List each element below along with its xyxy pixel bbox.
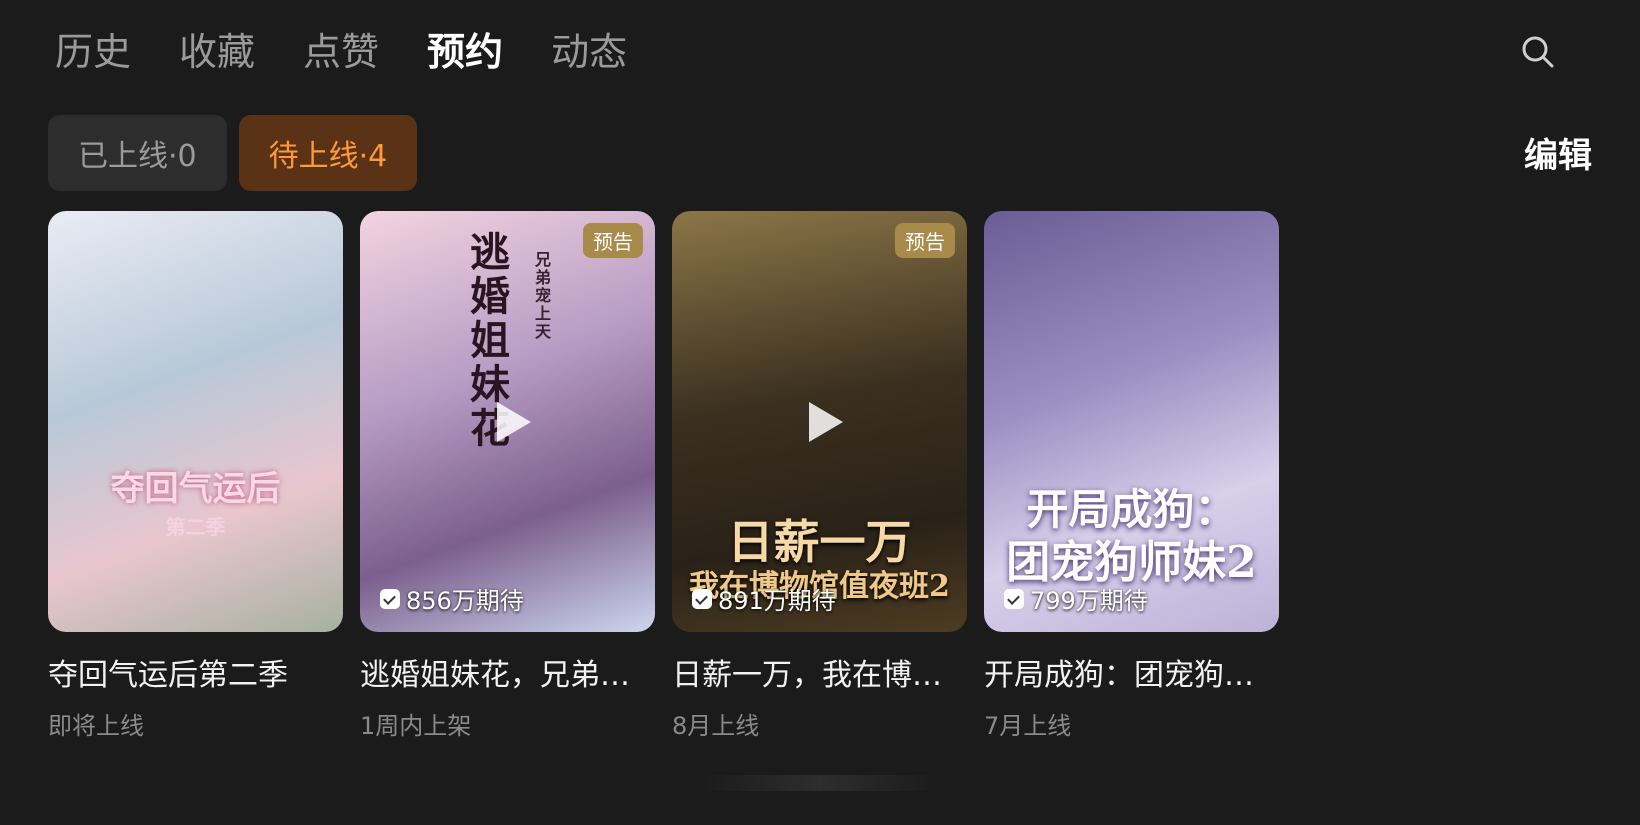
edit-button[interactable]: 编辑 (1524, 128, 1592, 177)
tab-favorites[interactable]: 收藏 (179, 24, 255, 80)
poster-image[interactable]: 开局成狗： 团宠狗师妹2 799万期待 (984, 211, 1279, 632)
play-icon[interactable] (808, 401, 843, 442)
card-item[interactable]: 夺回气运后 第二季 夺回气运后第二季 即将上线 (48, 211, 343, 741)
card-release: 8月上线 (672, 712, 760, 740)
poster-image[interactable]: 日薪一万 我在博物馆值夜班2 预告 891万期待 (672, 211, 967, 632)
poster-image[interactable]: 逃婚姐妹花 兄弟宠上天 预告 856万期待 (360, 211, 655, 632)
poster-image[interactable]: 夺回气运后 第二季 (48, 211, 343, 632)
card-item[interactable]: 逃婚姐妹花 兄弟宠上天 预告 856万期待 逃婚姐妹花，兄弟… 1周内上架 (360, 211, 655, 741)
tab-likes[interactable]: 点赞 (303, 24, 379, 80)
expect-count: 799万期待 (1004, 581, 1148, 616)
card-release: 7月上线 (984, 712, 1072, 740)
top-tabs: 历史 收藏 点赞 预约 动态 (55, 24, 627, 80)
poster-subtitle: 兄弟宠上天 (534, 250, 551, 341)
card-item[interactable]: 开局成狗： 团宠狗师妹2 799万期待 开局成狗：团宠狗… 7月上线 (984, 211, 1279, 741)
filter-online[interactable]: 已上线·0 (48, 115, 227, 191)
trailer-badge: 预告 (583, 223, 643, 258)
card-title[interactable]: 夺回气运后第二季 (48, 650, 343, 694)
expect-label: 799万期待 (1030, 587, 1148, 615)
card-list: 夺回气运后 第二季 夺回气运后第二季 即将上线 逃婚姐妹花 兄弟宠上天 预告 8… (48, 211, 1279, 741)
card-title[interactable]: 逃婚姐妹花，兄弟… (360, 650, 655, 694)
calendar-check-icon (1004, 588, 1024, 609)
card-release: 即将上线 (48, 712, 144, 740)
expect-label: 891万期待 (718, 587, 836, 615)
search-icon[interactable] (1520, 34, 1556, 70)
card-title[interactable]: 日薪一万，我在博… (672, 650, 967, 694)
poster-subtitle: 第二季 (165, 515, 226, 539)
trailer-badge: 预告 (895, 223, 955, 258)
tab-reservations[interactable]: 预约 (427, 24, 503, 80)
expect-count: 891万期待 (692, 581, 836, 616)
filter-chips: 已上线·0 待上线·4 (48, 115, 418, 191)
card-release: 1周内上架 (360, 712, 472, 740)
expect-label: 856万期待 (406, 587, 524, 615)
expect-count: 856万期待 (380, 581, 524, 616)
tab-history[interactable]: 历史 (55, 24, 131, 80)
card-item[interactable]: 日薪一万 我在博物馆值夜班2 预告 891万期待 日薪一万，我在博… 8月上线 (672, 211, 967, 741)
play-icon[interactable] (496, 401, 531, 442)
watermark-blur (700, 775, 940, 791)
card-title[interactable]: 开局成狗：团宠狗… (984, 650, 1279, 694)
tab-activity[interactable]: 动态 (551, 24, 627, 80)
filter-upcoming[interactable]: 待上线·4 (238, 115, 418, 191)
calendar-check-icon (380, 588, 400, 609)
poster-title: 夺回气运后 (110, 469, 281, 509)
calendar-check-icon (692, 588, 712, 609)
